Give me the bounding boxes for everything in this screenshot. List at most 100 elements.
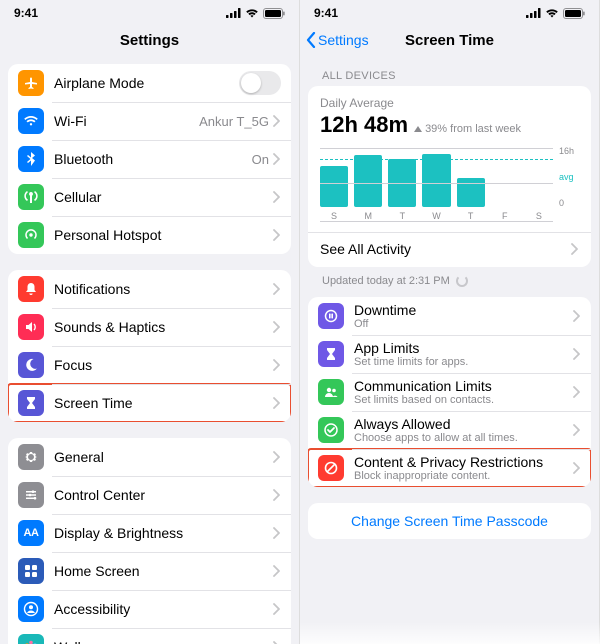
chevron-right-icon (273, 489, 281, 501)
chevron-right-icon (273, 565, 281, 577)
moon-icon (18, 352, 44, 378)
wifi-signal-icon (545, 8, 559, 18)
wifi-signal-icon (245, 8, 259, 18)
screen-time-screen: 9:41 Settings Screen Time ALL DEVICES Da… (300, 0, 600, 644)
settings-row-wallpaper[interactable]: Wallpaper (8, 628, 291, 644)
bar (320, 166, 348, 207)
bar-label: M (364, 211, 372, 221)
settings-row-screentime[interactable]: Screen Time (8, 384, 291, 422)
navbar: Settings (0, 22, 299, 58)
avg-line (320, 159, 553, 160)
settings-screen: 9:41 Settings Airplane ModeWi-FiAnkur T_… (0, 0, 300, 644)
speaker-icon (18, 314, 44, 340)
status-icons (526, 8, 585, 19)
chart-bars: SMTWTFS (320, 144, 553, 222)
settings-row-airplane[interactable]: Airplane Mode (8, 64, 291, 102)
chevron-right-icon (273, 321, 281, 333)
back-label: Settings (318, 32, 369, 48)
chevron-right-icon (273, 527, 281, 539)
chevron-right-icon (573, 424, 581, 436)
settings-row-general[interactable]: General (8, 438, 291, 476)
option-row-applimits[interactable]: App LimitsSet time limits for apps. (308, 335, 591, 373)
back-button[interactable]: Settings (306, 32, 369, 48)
row-value: On (252, 152, 269, 167)
bar-label: S (536, 211, 542, 221)
bar-label: F (502, 211, 508, 221)
delta-badge: 39% from last week (414, 123, 521, 135)
option-row-content[interactable]: Content & Privacy RestrictionsBlock inap… (308, 449, 591, 487)
cellular-signal-icon (226, 8, 241, 18)
chevron-right-icon (573, 348, 581, 360)
hourglass-icon (318, 341, 344, 367)
settings-group: Airplane ModeWi-FiAnkur T_5GBluetoothOnC… (8, 64, 291, 254)
option-row-downtime[interactable]: DowntimeOff (308, 297, 591, 335)
antenna-icon (18, 184, 44, 210)
person-icon (18, 596, 44, 622)
settings-row-wifi[interactable]: Wi-FiAnkur T_5G (8, 102, 291, 140)
cellular-signal-icon (526, 8, 541, 18)
status-time: 9:41 (314, 6, 338, 20)
wifi-icon (18, 108, 44, 134)
up-arrow-icon (414, 126, 422, 132)
chevron-right-icon (571, 243, 579, 255)
bar-S-0: S (320, 148, 348, 207)
status-time: 9:41 (14, 6, 38, 20)
bar-label: T (400, 211, 406, 221)
bar-T-2: T (388, 148, 416, 207)
change-passcode-link[interactable]: Change Screen Time Passcode (320, 513, 579, 529)
bar (457, 178, 485, 208)
settings-row-sounds[interactable]: Sounds & Haptics (8, 308, 291, 346)
people-icon (318, 379, 344, 405)
change-passcode-card: Change Screen Time Passcode (308, 503, 591, 539)
settings-row-homescreen[interactable]: Home Screen (8, 552, 291, 590)
settings-row-accessibility[interactable]: Accessibility (8, 590, 291, 628)
option-row-always[interactable]: Always AllowedChoose apps to allow at al… (308, 411, 591, 449)
bar-W-3: W (422, 148, 450, 207)
screen-time-content[interactable]: ALL DEVICES Daily Average 12h 48m 39% fr… (300, 58, 599, 644)
updated-text: Updated today at 2:31 PM (308, 275, 591, 297)
see-all-activity[interactable]: See All Activity (308, 232, 591, 261)
settings-list[interactable]: Airplane ModeWi-FiAnkur T_5GBluetoothOnC… (0, 58, 299, 644)
grid-icon (18, 558, 44, 584)
status-bar: 9:41 (0, 0, 299, 22)
settings-row-hotspot[interactable]: Personal Hotspot (8, 216, 291, 254)
status-icons (226, 8, 285, 19)
option-row-commlimits[interactable]: Communication LimitsSet limits based on … (308, 373, 591, 411)
downtime-icon (318, 303, 344, 329)
y-top: 16h (559, 146, 574, 156)
page-title: Screen Time (405, 32, 494, 49)
bar-T-4: T (457, 148, 485, 207)
check-icon (318, 417, 344, 443)
chevron-left-icon (306, 32, 316, 48)
chevron-right-icon (273, 397, 281, 409)
settings-row-bluetooth[interactable]: BluetoothOn (8, 140, 291, 178)
chevron-right-icon (273, 359, 281, 371)
chevron-right-icon (273, 115, 281, 127)
battery-icon (563, 8, 585, 19)
navbar: Settings Screen Time (300, 22, 599, 58)
usage-chart: SMTWTFS 16h avg 0 (320, 144, 579, 222)
bar (491, 206, 519, 207)
settings-group: NotificationsSounds & HapticsFocusScreen… (8, 270, 291, 422)
chevron-right-icon (573, 462, 581, 474)
settings-row-controlcenter[interactable]: Control Center (8, 476, 291, 514)
bar (525, 206, 553, 207)
settings-row-focus[interactable]: Focus (8, 346, 291, 384)
settings-row-cellular[interactable]: Cellular (8, 178, 291, 216)
chevron-right-icon (573, 386, 581, 398)
section-header: ALL DEVICES (308, 64, 591, 86)
settings-row-notifications[interactable]: Notifications (8, 270, 291, 308)
toggle[interactable] (239, 71, 281, 95)
flower-icon (18, 634, 44, 644)
page-title: Settings (120, 32, 179, 49)
sliders-icon (18, 482, 44, 508)
row-value: Ankur T_5G (199, 114, 269, 129)
AA-icon: AA (18, 520, 44, 546)
chevron-right-icon (273, 603, 281, 615)
settings-row-display[interactable]: AADisplay & Brightness (8, 514, 291, 552)
bar-M-1: M (354, 148, 382, 207)
y-avg: avg (559, 172, 574, 182)
battery-icon (263, 8, 285, 19)
chevron-right-icon (273, 153, 281, 165)
bar-label: S (331, 211, 337, 221)
